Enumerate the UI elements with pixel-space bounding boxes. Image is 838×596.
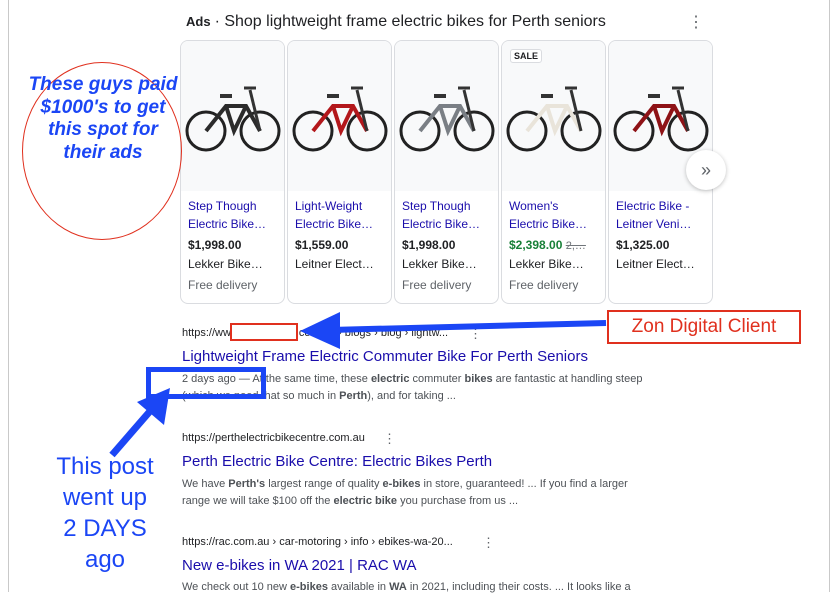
date-arrow-icon: [109, 388, 170, 458]
annotation-arrows: [109, 312, 607, 458]
client-arrow-icon: [300, 312, 607, 349]
